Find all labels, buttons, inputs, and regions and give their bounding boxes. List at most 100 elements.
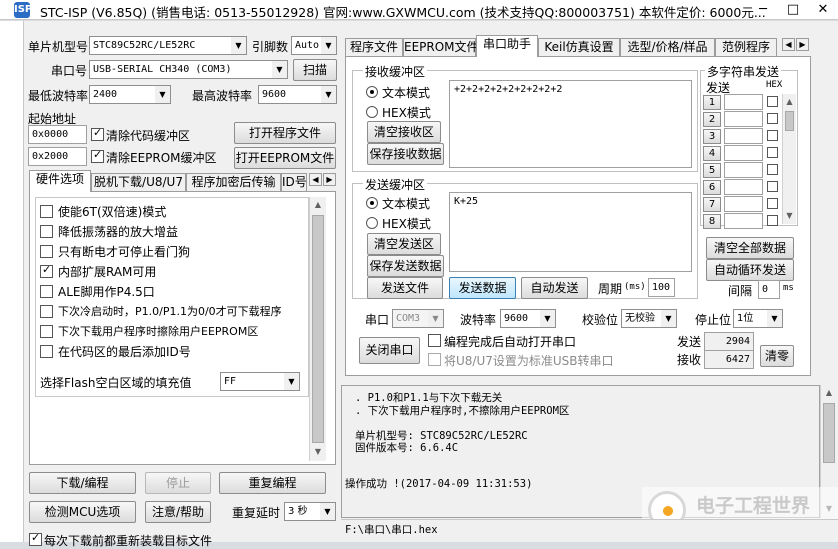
multi-send-button[interactable]: 8	[703, 214, 721, 229]
scroll-thumb[interactable]	[785, 111, 794, 131]
tab-encrypted-transfer[interactable]: 程序加密后传输	[186, 173, 281, 192]
min-baud-select[interactable]: 2400 ▼	[89, 85, 171, 104]
period-input[interactable]: 100	[648, 278, 675, 297]
minimize-icon[interactable]: ─	[748, 0, 778, 20]
tab-example-programs[interactable]: 范例程序	[715, 38, 777, 57]
save-send-button[interactable]: 保存发送数据	[367, 255, 444, 277]
open-program-file-button[interactable]: 打开程序文件	[234, 122, 336, 144]
clear-all-data-button[interactable]: 清空全部数据	[706, 237, 794, 259]
scroll-down-icon[interactable]: ▼	[783, 208, 796, 224]
multi-send-button[interactable]: 6	[703, 180, 721, 195]
tab-keil-settings[interactable]: Keil仿真设置	[538, 38, 620, 57]
code-start-address-input[interactable]: 0x0000	[28, 125, 87, 144]
clear-receive-button[interactable]: 清空接收区	[367, 121, 441, 143]
scroll-up-icon[interactable]: ▲	[310, 197, 326, 213]
mcu-model-select[interactable]: STC89C52RC/LE52RC ▼	[89, 36, 247, 55]
tab-eeprom-file[interactable]: EEPROM文件	[403, 38, 479, 57]
reload-file-checkbox[interactable]	[29, 531, 42, 546]
baud-rate-select[interactable]: 9600 ▼	[500, 309, 556, 328]
auto-loop-send-button[interactable]: 自动循环发送	[706, 259, 794, 281]
multi-hex-checkbox[interactable]	[767, 164, 778, 175]
rx-hex-mode-radio[interactable]	[366, 106, 378, 118]
multi-string-input[interactable]	[724, 111, 763, 127]
parity-select[interactable]: 无校验 ▼	[621, 309, 677, 328]
multi-hex-checkbox[interactable]	[767, 181, 778, 192]
multi-string-input[interactable]	[724, 145, 763, 161]
chevron-right-icon[interactable]: ▶	[323, 173, 336, 186]
multi-send-button[interactable]: 7	[703, 197, 721, 212]
multi-send-button[interactable]: 2	[703, 112, 721, 127]
multi-hex-checkbox[interactable]	[767, 198, 778, 209]
close-icon[interactable]: ✕	[808, 0, 838, 20]
multi-hex-checkbox[interactable]	[767, 215, 778, 226]
option-checkbox[interactable]	[40, 205, 53, 218]
serial-select[interactable]: COM3 ▼	[392, 309, 444, 328]
option-checkbox[interactable]	[40, 305, 53, 318]
send-buffer-textarea[interactable]: K+25	[449, 192, 692, 272]
chevron-left-icon[interactable]: ◀	[309, 173, 322, 186]
option-checkbox[interactable]	[40, 263, 53, 278]
repeat-delay-select[interactable]: 3 秒 ▼	[284, 502, 336, 521]
pin-count-select[interactable]: Auto ▼	[291, 36, 337, 55]
option-checkbox[interactable]	[40, 225, 53, 238]
multi-hex-checkbox[interactable]	[767, 96, 778, 107]
multi-string-input[interactable]	[724, 213, 763, 229]
multi-send-button[interactable]: 1	[703, 95, 721, 110]
usb-serial-checkbox[interactable]	[428, 353, 441, 366]
tx-hex-mode-radio[interactable]	[366, 217, 378, 229]
stop-bit-select[interactable]: 1位 ▼	[733, 309, 783, 328]
detect-mcu-button[interactable]: 检测MCU选项	[29, 501, 136, 523]
tab-program-file[interactable]: 程序文件	[345, 38, 403, 57]
fill-value-select[interactable]: FF ▼	[220, 372, 300, 391]
clear-send-button[interactable]: 清空发送区	[367, 233, 441, 255]
send-file-button[interactable]: 发送文件	[367, 277, 443, 299]
tab-selection-price[interactable]: 选型/价格/样品	[620, 38, 715, 57]
rx-text-mode-radio[interactable]	[366, 86, 378, 98]
stop-button[interactable]: 停止	[145, 472, 211, 494]
chevron-left-icon[interactable]: ◀	[782, 38, 795, 51]
help-button[interactable]: 注意/帮助	[145, 501, 211, 523]
auto-open-port-checkbox[interactable]	[428, 334, 441, 347]
interval-input[interactable]: 0	[758, 280, 780, 299]
clear-eeprom-checkbox[interactable]	[91, 148, 104, 163]
tab-hardware-options[interactable]: 硬件选项	[29, 170, 91, 192]
tab-id-number[interactable]: ID号	[281, 173, 307, 192]
multi-string-scrollbar[interactable]: ▲ ▼	[782, 94, 796, 224]
eeprom-start-address-input[interactable]: 0x2000	[28, 147, 87, 166]
open-eeprom-file-button[interactable]: 打开EEPROM文件	[234, 147, 336, 169]
multi-send-button[interactable]: 4	[703, 146, 721, 161]
scroll-up-icon[interactable]: ▲	[783, 94, 796, 110]
multi-hex-checkbox[interactable]	[767, 147, 778, 158]
tab-offline-download[interactable]: 脱机下载/U8/U7	[91, 173, 186, 192]
clear-code-checkbox[interactable]	[91, 126, 104, 141]
multi-string-input[interactable]	[724, 196, 763, 212]
scroll-thumb[interactable]	[823, 403, 835, 463]
multi-hex-checkbox[interactable]	[767, 130, 778, 141]
save-receive-button[interactable]: 保存接收数据	[367, 143, 444, 165]
option-checkbox[interactable]	[40, 345, 53, 358]
tx-text-mode-radio[interactable]	[366, 197, 378, 209]
multi-hex-checkbox[interactable]	[767, 113, 778, 124]
multi-string-input[interactable]	[724, 179, 763, 195]
scan-button[interactable]: 扫描	[293, 59, 337, 81]
multi-string-input[interactable]	[724, 128, 763, 144]
tab-serial-assistant[interactable]: 串口助手	[476, 35, 538, 57]
clear-counts-button[interactable]: 清零	[760, 345, 794, 367]
scroll-up-icon[interactable]: ▲	[821, 385, 837, 401]
auto-send-button[interactable]: 自动发送	[521, 277, 588, 299]
send-data-button[interactable]: 发送数据	[449, 277, 516, 299]
option-checkbox[interactable]	[40, 285, 53, 298]
receive-buffer-textarea[interactable]: +2+2+2+2+2+2+2+2+2	[449, 80, 692, 168]
multi-string-input[interactable]	[724, 94, 763, 110]
repeat-program-button[interactable]: 重复编程	[219, 472, 326, 494]
chevron-right-icon[interactable]: ▶	[796, 38, 809, 51]
download-program-button[interactable]: 下载/编程	[29, 472, 136, 494]
serial-port-select[interactable]: USB-SERIAL CH340 (COM3) ▼	[89, 60, 288, 79]
scroll-down-icon[interactable]: ▼	[310, 444, 326, 460]
option-checkbox[interactable]	[40, 325, 53, 338]
close-port-button[interactable]: 关闭串口	[359, 337, 420, 364]
option-checkbox[interactable]	[40, 245, 53, 258]
multi-send-button[interactable]: 3	[703, 129, 721, 144]
options-scrollbar[interactable]: ▲ ▼	[309, 197, 326, 461]
multi-string-input[interactable]	[724, 162, 763, 178]
